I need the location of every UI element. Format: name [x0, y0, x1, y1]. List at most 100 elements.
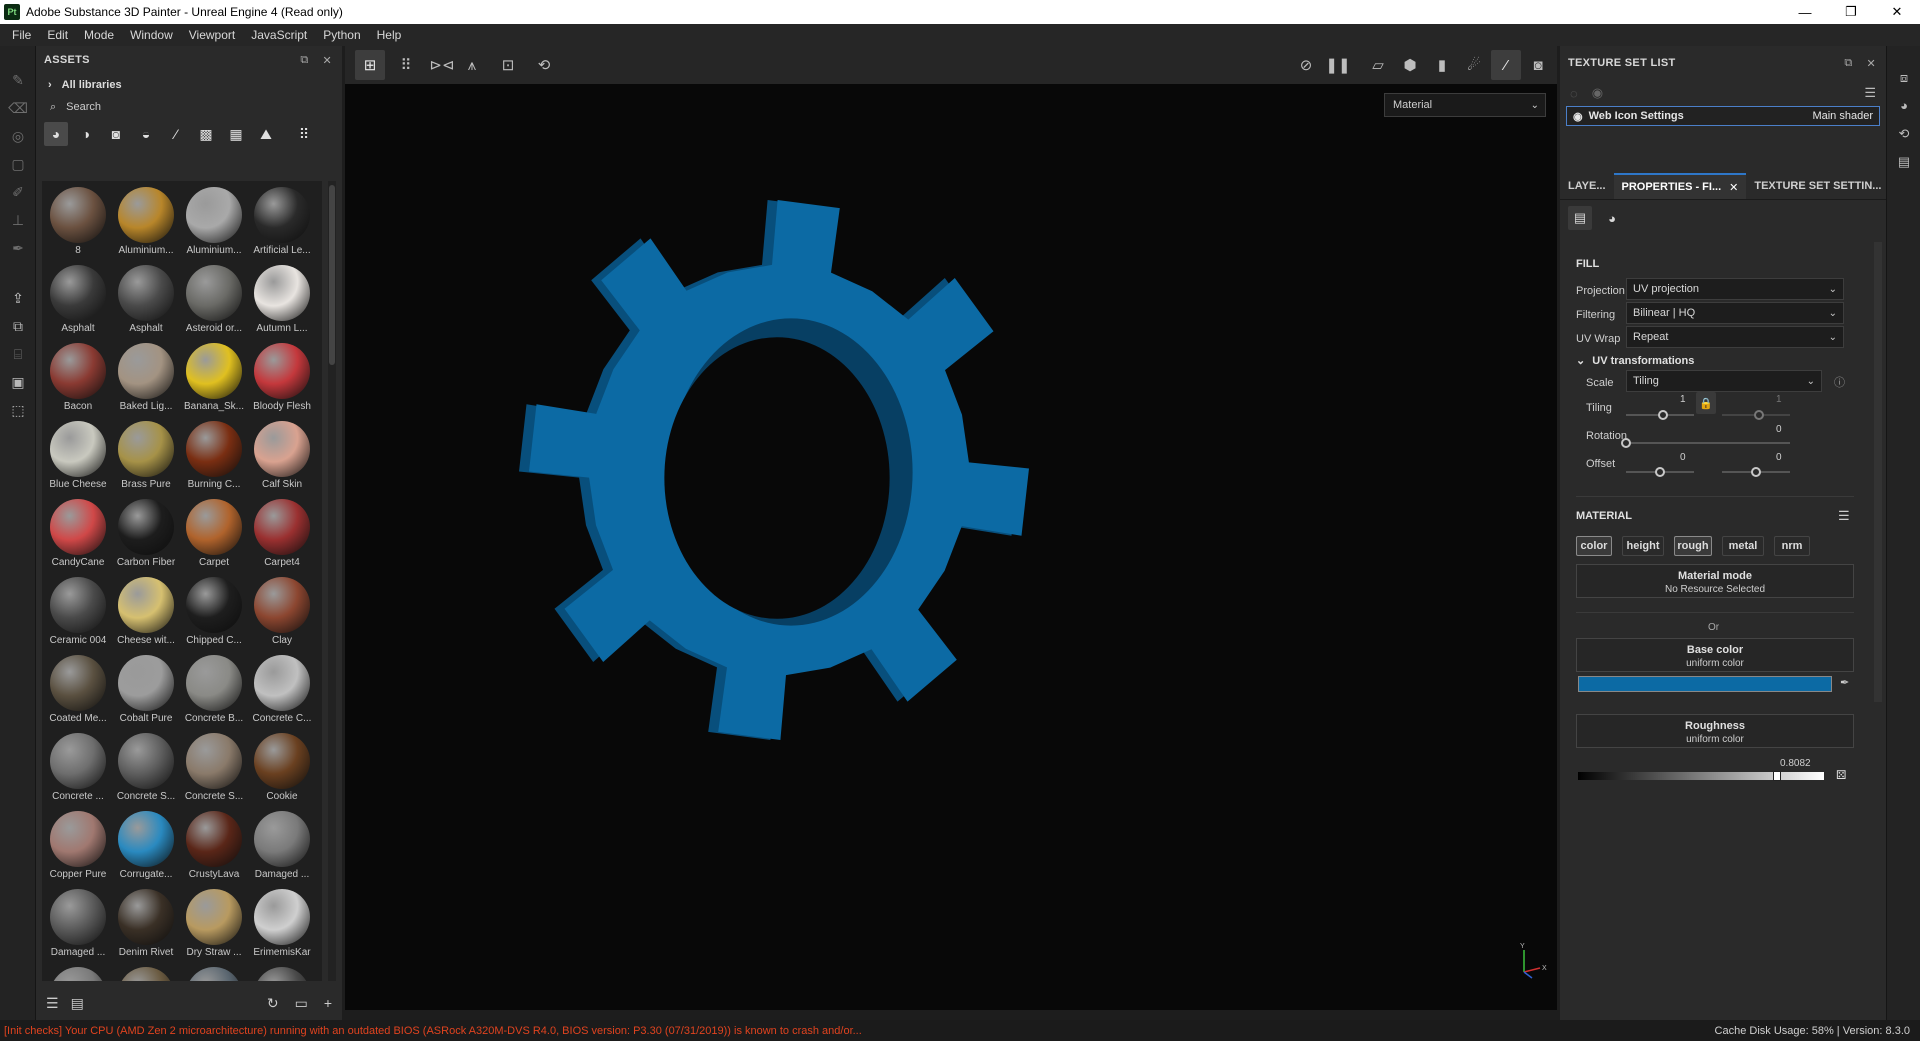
asset-tile[interactable]: [180, 963, 248, 981]
uv-transformations-toggle[interactable]: ⌄ UV transformations: [1576, 354, 1694, 367]
asset-tile[interactable]: Burning C...: [180, 417, 248, 495]
base-color-swatch[interactable]: [1578, 676, 1832, 692]
asset-tile[interactable]: Carbon Fiber: [112, 495, 180, 573]
screenshot-icon[interactable]: ◙: [1523, 50, 1553, 80]
material-mode-slot[interactable]: Material mode No Resource Selected: [1576, 564, 1854, 598]
grid-snap-icon[interactable]: ⊞: [355, 50, 385, 80]
list-view-icon[interactable]: ▤: [71, 995, 84, 1012]
color-picker-icon[interactable]: ✒: [8, 238, 28, 258]
asset-tile[interactable]: CandyCane: [44, 495, 112, 573]
menu-javascript[interactable]: JavaScript: [243, 28, 315, 42]
log-icon[interactable]: ▤: [1895, 154, 1913, 172]
slider-knob[interactable]: [1772, 771, 1781, 781]
menu-help[interactable]: Help: [369, 28, 410, 42]
roughness-slot[interactable]: Roughness uniform color: [1576, 714, 1854, 748]
tab-properties-fill[interactable]: PROPERTIES - FI... ✕: [1613, 173, 1747, 199]
asset-tile[interactable]: [44, 963, 112, 981]
filtering-select[interactable]: Bilinear | HQ ⌄: [1626, 302, 1844, 324]
base-color-slot[interactable]: Base color uniform color: [1576, 638, 1854, 672]
pause-icon[interactable]: ❚❚: [1323, 50, 1353, 80]
search-input[interactable]: Search: [66, 101, 101, 113]
asset-tile[interactable]: Calf Skin: [248, 417, 316, 495]
lock-icon[interactable]: 🔒: [1696, 392, 1716, 414]
smudge-icon[interactable]: ✐: [8, 182, 28, 202]
material-sphere-icon[interactable]: ◕: [1600, 206, 1624, 230]
asset-tile[interactable]: [112, 963, 180, 981]
environment-filter-icon[interactable]: ⛰: [254, 122, 278, 146]
asset-tile[interactable]: Concrete C...: [248, 651, 316, 729]
generator-filter-icon[interactable]: ◒: [134, 122, 158, 146]
add-icon[interactable]: +: [324, 995, 332, 1012]
smart-material-filter-icon[interactable]: ◑: [74, 122, 98, 146]
asset-tile[interactable]: Bloody Flesh: [248, 339, 316, 417]
material-filter-icon[interactable]: ◕: [44, 122, 68, 146]
render-mode-icon[interactable]: ▱: [1363, 50, 1393, 80]
channel-rough-button[interactable]: rough: [1674, 536, 1712, 556]
maximize-button[interactable]: ❐: [1828, 0, 1874, 24]
close-window-button[interactable]: ✕: [1874, 0, 1920, 24]
asset-tile[interactable]: Aluminium...: [180, 183, 248, 261]
asset-search[interactable]: ⌕ Search: [36, 96, 342, 118]
asset-tile[interactable]: Concrete S...: [180, 729, 248, 807]
display-icon[interactable]: ⧈: [1895, 70, 1913, 88]
iray-icon[interactable]: ⌸: [8, 344, 28, 364]
texture-filter-icon[interactable]: ▦: [224, 122, 248, 146]
eyedropper-icon[interactable]: ✒: [1840, 676, 1849, 689]
asset-tile[interactable]: Brass Pure: [112, 417, 180, 495]
asset-tile[interactable]: Cheese wit...: [112, 573, 180, 651]
menu-icon[interactable]: ☰: [1864, 85, 1876, 101]
particle-filter-icon[interactable]: ▩: [194, 122, 218, 146]
paint-brush-icon[interactable]: ✎: [8, 70, 28, 90]
3d-viewport[interactable]: [345, 84, 1557, 1010]
asset-tile[interactable]: ErimemisKar: [248, 885, 316, 963]
asset-tile[interactable]: Dry Straw ...: [180, 885, 248, 963]
asset-tile[interactable]: Coated Me...: [44, 651, 112, 729]
eye-icon[interactable]: ◉: [1573, 110, 1583, 123]
menu-icon[interactable]: ☰: [1838, 508, 1850, 524]
brush-filter-icon[interactable]: ⁄: [164, 122, 188, 146]
paint-mode-icon[interactable]: ⁄: [1491, 50, 1521, 80]
slider-knob[interactable]: [1621, 438, 1631, 448]
frame-icon[interactable]: ⊡: [493, 50, 523, 80]
channel-metal-button[interactable]: metal: [1722, 536, 1764, 556]
mirror-vertical-icon[interactable]: ⩚: [457, 50, 487, 80]
view-mode-grid-icon[interactable]: ⠿: [292, 122, 316, 146]
channel-nrm-button[interactable]: nrm: [1774, 536, 1810, 556]
folder-icon[interactable]: ▭: [295, 995, 308, 1012]
eraser-icon[interactable]: ⌫: [8, 98, 28, 118]
hide-icon[interactable]: ⊘: [1291, 50, 1321, 80]
asset-tile[interactable]: Autumn L...: [248, 261, 316, 339]
undock-icon[interactable]: ⧉: [300, 54, 308, 67]
asset-scrollbar[interactable]: [328, 181, 336, 981]
close-panel-icon[interactable]: ✕: [322, 54, 332, 67]
slider-knob[interactable]: [1754, 410, 1765, 420]
viewport-channel-select[interactable]: Material ⌄: [1384, 93, 1546, 117]
shader-settings-icon[interactable]: ◕: [1895, 98, 1913, 116]
asset-tile[interactable]: Clay: [248, 573, 316, 651]
menu-file[interactable]: File: [4, 28, 39, 42]
bake-icon[interactable]: ⧉: [8, 316, 28, 336]
roughness-slider[interactable]: [1578, 771, 1824, 781]
tiling-slider-b[interactable]: [1722, 410, 1790, 420]
tiling-slider-a[interactable]: [1626, 410, 1694, 420]
display-settings-icon[interactable]: ▣: [8, 372, 28, 392]
asset-tile[interactable]: Asphalt: [112, 261, 180, 339]
asset-tile[interactable]: Aluminium...: [112, 183, 180, 261]
projection-icon[interactable]: ◎: [8, 126, 28, 146]
asset-tile[interactable]: Chipped C...: [180, 573, 248, 651]
eye-icon[interactable]: ◉: [1592, 85, 1603, 101]
library-selector[interactable]: › All libraries: [36, 74, 342, 96]
menu-python[interactable]: Python: [315, 28, 368, 42]
asset-tile[interactable]: Artificial Le...: [248, 183, 316, 261]
asset-tile[interactable]: Damaged ...: [44, 885, 112, 963]
asset-tile[interactable]: Carpet: [180, 495, 248, 573]
tab-texture-set-settings[interactable]: TEXTURE SET SETTIN...: [1746, 173, 1889, 199]
geometry-mask-icon[interactable]: ▢: [8, 154, 28, 174]
asset-tile[interactable]: 8: [44, 183, 112, 261]
rotation-slider[interactable]: [1621, 438, 1790, 448]
fill-properties-icon[interactable]: ▤: [1568, 206, 1592, 230]
asset-tile[interactable]: Banana_Sk...: [180, 339, 248, 417]
undock-icon[interactable]: ⧉: [1844, 57, 1852, 70]
channel-color-button[interactable]: color: [1576, 536, 1612, 556]
camera-icon[interactable]: ▮: [1427, 50, 1457, 80]
